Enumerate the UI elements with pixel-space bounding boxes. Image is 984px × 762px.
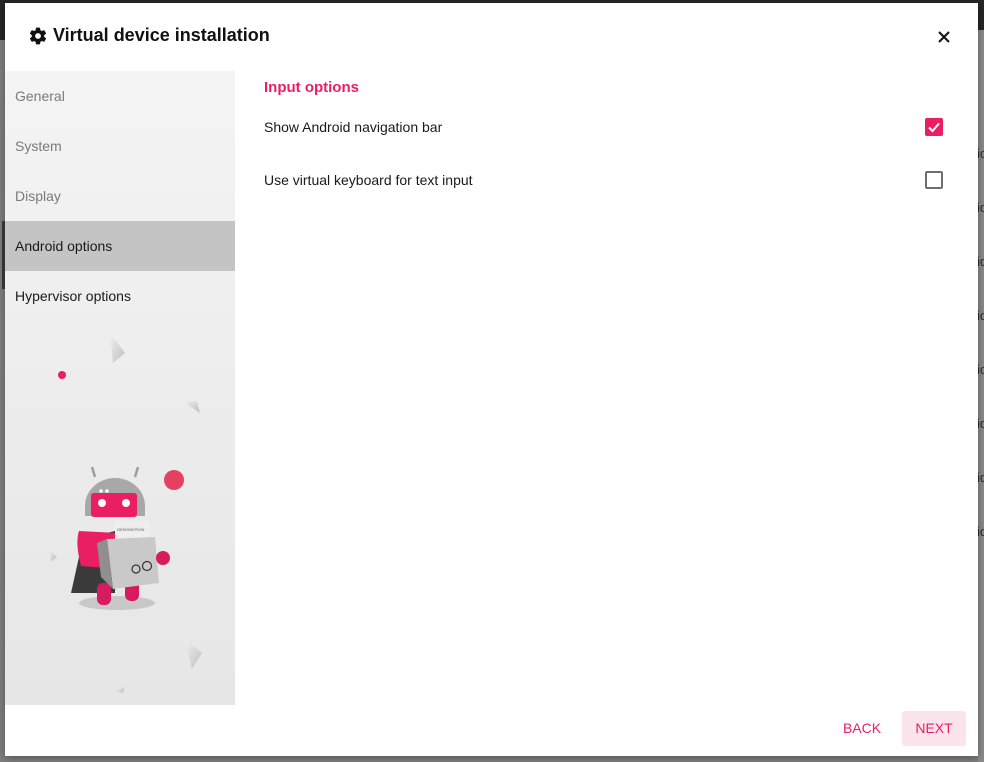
dot-shape	[58, 371, 66, 379]
shard-shape	[182, 401, 200, 413]
back-button[interactable]: BACK	[832, 711, 892, 746]
dialog-title: Virtual device installation	[53, 25, 270, 45]
shard-shape	[49, 549, 57, 562]
robot-illustration: GENYMOTION	[49, 333, 202, 693]
background-window-list	[978, 30, 984, 762]
background-text-fragment: io	[977, 200, 984, 215]
background-text-fragment: io	[977, 524, 984, 539]
wizard-steps-sidebar: General System Display Android options H…	[2, 71, 235, 705]
shadow-shape	[79, 596, 155, 610]
sidebar-item-system[interactable]: System	[5, 121, 235, 171]
planet-shape	[164, 470, 184, 490]
close-button[interactable]	[933, 26, 955, 48]
sidebar-item-hypervisor-options[interactable]: Hypervisor options	[5, 271, 235, 321]
shard-shape	[110, 333, 125, 363]
next-button[interactable]: NEXT	[902, 711, 966, 746]
background-text-fragment: io	[977, 416, 984, 431]
virtual-device-installation-dialog: Virtual device installation General Syst…	[2, 3, 978, 756]
background-text-fragment: io	[977, 470, 984, 485]
section-title-input-options: Input options	[264, 79, 359, 96]
background-text-fragment: io	[977, 254, 984, 269]
gear-icon	[28, 26, 48, 46]
background-text-fragment: io	[977, 146, 984, 161]
virtual-keyboard-checkbox[interactable]	[925, 171, 943, 189]
box-card-text: GENYMOTION	[117, 527, 144, 532]
shard-shape	[185, 639, 202, 669]
background-text-fragment: io	[977, 308, 984, 323]
dialog-title-bar: Virtual device installation	[5, 3, 978, 71]
background-text-fragment: io	[977, 362, 984, 377]
sidebar-item-android-options[interactable]: Android options	[2, 221, 235, 289]
checkmark-icon	[928, 122, 940, 133]
shard-shape	[115, 687, 125, 693]
sidebar-item-general[interactable]: General	[5, 71, 235, 121]
close-icon	[938, 31, 950, 43]
robot-box	[107, 537, 159, 589]
option-label: Use virtual keyboard for text input	[264, 172, 473, 188]
sidebar-item-display[interactable]: Display	[5, 171, 235, 221]
show-navigation-bar-checkbox[interactable]	[925, 118, 943, 136]
option-label: Show Android navigation bar	[264, 119, 443, 135]
option-show-navigation-bar: Show Android navigation bar	[264, 116, 954, 140]
robot-visor	[91, 493, 137, 517]
option-virtual-keyboard: Use virtual keyboard for text input	[264, 169, 954, 193]
